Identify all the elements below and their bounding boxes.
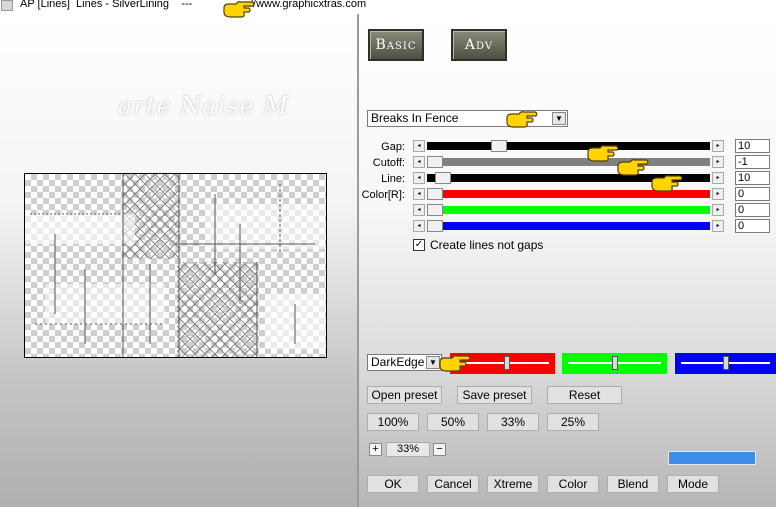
arrow-left-icon[interactable]: ◂ [413, 140, 425, 152]
reset-button[interactable]: Reset [547, 386, 622, 404]
zoom-value-field[interactable]: 33% [386, 442, 430, 457]
create-lines-label: Create lines not gaps [430, 238, 544, 252]
zoom-50-button[interactable]: 50% [427, 413, 479, 431]
chevron-down-icon[interactable]: ▼ [552, 112, 566, 125]
cutoff-label: Cutoff: [372, 157, 405, 169]
arrow-left-icon[interactable]: ◂ [413, 204, 425, 216]
red-value-field[interactable]: 0 [735, 187, 770, 201]
preview-pattern [25, 174, 325, 357]
zoom-25-button[interactable]: 25% [547, 413, 599, 431]
color-swatch[interactable] [668, 451, 756, 465]
arrow-right-icon[interactable]: ▸ [712, 220, 724, 232]
arrow-right-icon[interactable]: ▸ [712, 204, 724, 216]
xtreme-button[interactable]: Xtreme [487, 475, 539, 493]
slider-thumb[interactable] [435, 172, 451, 184]
green-color-slider[interactable] [562, 353, 667, 374]
slider-track[interactable] [427, 158, 710, 166]
watermark-text: arte Naise M [118, 92, 289, 120]
cutoff-slider[interactable]: ◂ ▸ [413, 156, 724, 168]
blend-button[interactable]: Blend [607, 475, 659, 493]
pointing-hand-icon [506, 111, 538, 128]
mode-button[interactable]: Mode [667, 475, 719, 493]
pointing-hand-icon [587, 145, 619, 162]
slider-thumb[interactable] [491, 140, 508, 152]
slider-thumb[interactable] [427, 204, 443, 216]
slider-track[interactable] [427, 206, 710, 214]
blue-color-slider[interactable] [675, 353, 776, 374]
color-r-label: Color[R]: [361, 189, 405, 201]
cutoff-value-field[interactable]: -1 [735, 155, 770, 169]
line-label: Line: [381, 173, 405, 185]
controls-pane [359, 14, 776, 507]
slider-track[interactable] [427, 222, 710, 230]
color-slider-thumb[interactable] [722, 356, 729, 370]
slider-thumb[interactable] [427, 188, 443, 200]
title-bar: AP [Lines] Lines - SilverLining --- //ww… [0, 0, 776, 14]
arrow-left-icon[interactable]: ◂ [413, 188, 425, 200]
basic-mode-button[interactable]: Basic [368, 29, 424, 61]
zoom-out-button[interactable]: − [433, 443, 446, 456]
arrow-right-icon[interactable]: ▸ [712, 172, 724, 184]
blue-value-field[interactable]: 0 [735, 219, 770, 233]
window-title: AP [Lines] Lines - SilverLining --- [20, 0, 193, 10]
save-preset-button[interactable]: Save preset [457, 386, 532, 404]
gap-slider[interactable]: ◂ ▸ [413, 140, 724, 152]
green-value-field[interactable]: 0 [735, 203, 770, 217]
gap-value-field[interactable]: 10 [735, 139, 770, 153]
pointing-hand-icon [617, 159, 649, 176]
arrow-left-icon[interactable]: ◂ [413, 172, 425, 184]
blend-mode-value: DarkEdge [371, 355, 425, 369]
arrow-left-icon[interactable]: ◂ [413, 156, 425, 168]
preview-canvas [24, 173, 327, 358]
effect-dropdown-value: Breaks In Fence [371, 111, 459, 125]
window-url: //www.graphicxtras.com [250, 0, 367, 10]
arrow-left-icon[interactable]: ◂ [413, 220, 425, 232]
color-slider-thumb[interactable] [503, 356, 510, 370]
blue-slider[interactable]: ◂ ▸ [413, 220, 724, 232]
adv-mode-button[interactable]: Adv [451, 29, 507, 61]
pointing-hand-icon [223, 1, 255, 18]
cancel-button[interactable]: Cancel [427, 475, 479, 493]
pointing-hand-icon [651, 175, 683, 192]
open-preset-button[interactable]: Open preset [367, 386, 442, 404]
slider-track[interactable] [427, 142, 710, 150]
color-slider-thumb[interactable] [611, 356, 618, 370]
pointing-hand-icon [439, 355, 471, 372]
blend-mode-dropdown[interactable]: DarkEdge ▼ [367, 354, 442, 371]
green-slider[interactable]: ◂ ▸ [413, 204, 724, 216]
gap-label: Gap: [381, 141, 405, 153]
app-icon [1, 0, 13, 11]
arrow-right-icon[interactable]: ▸ [712, 188, 724, 200]
arrow-right-icon[interactable]: ▸ [712, 140, 724, 152]
zoom-in-button[interactable]: + [369, 443, 382, 456]
create-lines-checkbox[interactable]: ✓ [413, 239, 425, 251]
slider-thumb[interactable] [427, 220, 443, 232]
line-value-field[interactable]: 10 [735, 171, 770, 185]
ok-button[interactable]: OK [367, 475, 419, 493]
zoom-100-button[interactable]: 100% [367, 413, 419, 431]
color-button[interactable]: Color [547, 475, 599, 493]
slider-thumb[interactable] [427, 156, 443, 168]
arrow-right-icon[interactable]: ▸ [712, 156, 724, 168]
zoom-33-button[interactable]: 33% [487, 413, 539, 431]
